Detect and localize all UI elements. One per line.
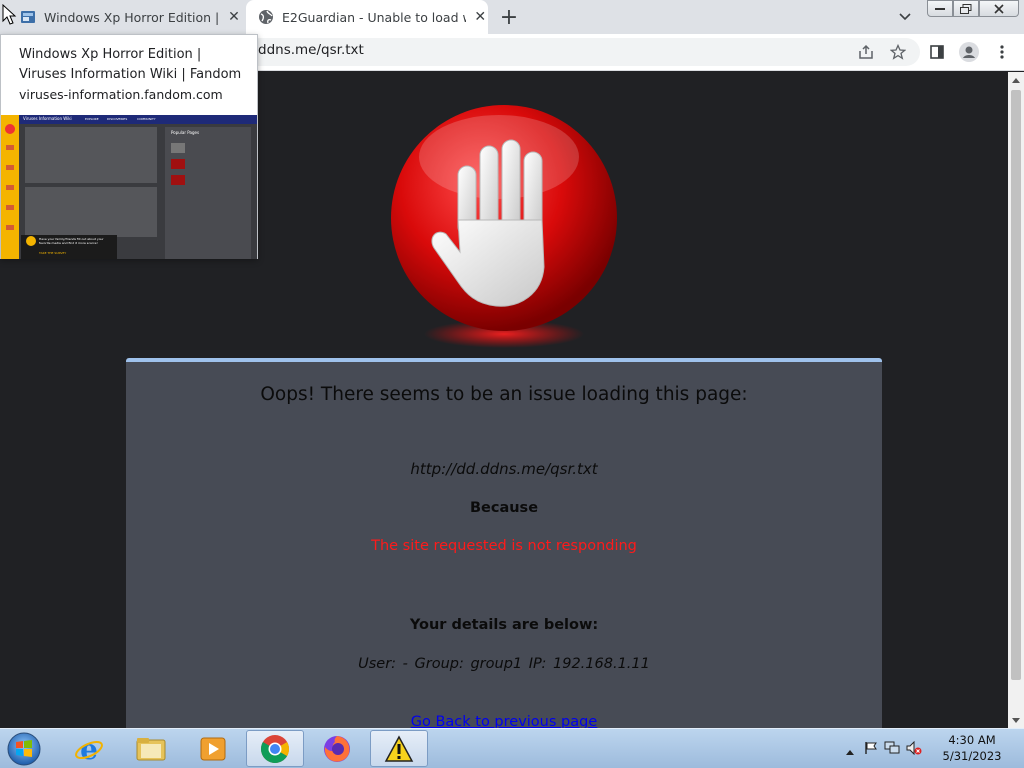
taskbar-internet-explorer[interactable]: e xyxy=(60,730,118,767)
clock-date: 5/31/2023 xyxy=(942,749,1002,763)
hover-card-title: Windows Xp Horror Edition | Viruses Info… xyxy=(19,47,242,82)
show-hidden-icons-icon[interactable] xyxy=(846,740,856,759)
stop-hand-icon xyxy=(391,105,617,348)
chrome-icon xyxy=(261,734,289,763)
minimize-button[interactable] xyxy=(927,0,953,17)
error-headline: Oops! There seems to be an issue loading… xyxy=(260,384,748,405)
tab-strip: Windows Xp Horror Edition | Viruses Info… xyxy=(0,0,1024,34)
user-details: User: - Group: group1 IP: 192.168.1.11 xyxy=(358,656,650,672)
side-panel-icon[interactable] xyxy=(926,41,948,63)
svg-text:e: e xyxy=(80,734,98,764)
system-tray xyxy=(846,729,926,768)
fandom-favicon xyxy=(21,11,35,23)
preview-notice-link: TAKE THE SURVEY xyxy=(39,251,67,255)
folder-icon xyxy=(136,737,166,760)
hover-card-thumbnail: Viruses Information Wiki EXPLORE DISCOVE… xyxy=(1,115,257,259)
windows-logo-icon xyxy=(7,732,41,766)
tab-title: Windows Xp Horror Edition | Viruses Info… xyxy=(44,9,220,25)
taskbar-clock[interactable]: 4:30 AM 5/31/2023 xyxy=(936,732,1008,764)
tab-hover-card: Windows Xp Horror Edition | Viruses Info… xyxy=(0,34,258,259)
vertical-scrollbar[interactable] xyxy=(1008,72,1024,728)
tab-fandom[interactable]: Windows Xp Horror Edition | Viruses Info… xyxy=(0,0,246,34)
tab-search-chevron-icon[interactable] xyxy=(896,8,914,26)
go-back-link[interactable]: Go Back to previous page xyxy=(126,714,882,728)
windows-taskbar: e 4:30 AM 5/31/2023 xyxy=(0,728,1024,768)
address-bar-url[interactable]: ddns.me/qsr.txt xyxy=(258,42,364,58)
error-panel: Oops! There seems to be an issue loading… xyxy=(126,358,882,728)
action-center-flag-icon[interactable] xyxy=(864,740,884,759)
taskbar-firefox[interactable] xyxy=(308,730,366,767)
new-tab-button[interactable]: + xyxy=(497,5,521,30)
internet-explorer-icon: e xyxy=(75,734,103,764)
scrollbar-thumb[interactable] xyxy=(1011,90,1021,680)
share-icon[interactable] xyxy=(855,41,877,63)
taskbar-chrome[interactable] xyxy=(246,730,304,767)
more-menu-icon[interactable] xyxy=(991,41,1013,63)
tab-e2guardian[interactable]: E2Guardian - Unable to load web page ✕ xyxy=(246,0,488,34)
preview-nav-explore: EXPLORE xyxy=(85,117,99,121)
warning-triangle-icon xyxy=(384,734,414,762)
scroll-up-arrow-icon[interactable] xyxy=(1008,72,1024,88)
details-heading: Your details are below: xyxy=(409,617,599,633)
media-player-icon xyxy=(200,737,226,760)
close-tab-icon[interactable]: ✕ xyxy=(226,9,242,25)
blocked-url: http://dd.ddns.me/qsr.txt xyxy=(410,460,598,478)
clock-time: 4:30 AM xyxy=(948,733,996,747)
start-button[interactable] xyxy=(4,731,44,767)
preview-nav-community: COMMUNITY xyxy=(137,117,156,121)
preview-site-title: Viruses Information Wiki xyxy=(23,116,72,121)
scroll-down-arrow-icon[interactable] xyxy=(1008,712,1024,728)
window-close-button[interactable] xyxy=(979,0,1019,17)
preview-sidebar-title: Popular Pages xyxy=(171,130,200,135)
volume-muted-icon[interactable] xyxy=(906,740,926,759)
firefox-icon xyxy=(324,735,350,762)
because-label: Because xyxy=(469,500,539,516)
network-icon[interactable] xyxy=(884,740,906,759)
taskbar-media-player[interactable] xyxy=(184,730,242,767)
globe-icon xyxy=(259,10,273,24)
preview-notice: Have your family/friends fill out about … xyxy=(39,237,104,245)
taskbar-file-explorer[interactable] xyxy=(122,730,180,767)
preview-nav-discoveries: DISCOVERIES xyxy=(107,117,128,121)
profile-avatar-icon[interactable] xyxy=(958,41,980,63)
taskbar-warning-app[interactable] xyxy=(370,730,428,767)
window-controls xyxy=(927,0,1019,18)
restore-button[interactable] xyxy=(953,0,979,17)
close-tab-icon[interactable]: ✕ xyxy=(472,9,488,25)
hover-card-domain: viruses-information.fandom.com xyxy=(19,87,223,102)
error-reason: The site requested is not responding xyxy=(371,538,637,554)
mouse-cursor-icon xyxy=(2,4,17,25)
tab-title: E2Guardian - Unable to load web page xyxy=(282,9,466,25)
bookmark-star-icon[interactable] xyxy=(887,41,909,63)
